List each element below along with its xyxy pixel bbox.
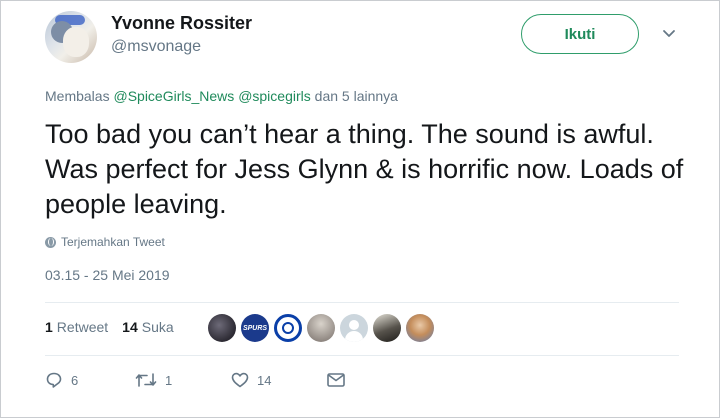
tweet-actions: 6 1 14 [45, 371, 345, 389]
retweet-button[interactable]: 1 [135, 372, 231, 388]
follow-button[interactable]: Ikuti [521, 14, 639, 54]
retweet-count: 1 [165, 372, 173, 388]
retweet-icon [135, 373, 157, 387]
chelsea-logo-icon[interactable] [274, 314, 302, 342]
likes-stat[interactable]: 14 Suka [122, 319, 174, 335]
divider [45, 355, 679, 356]
chevron-down-icon[interactable] [661, 25, 677, 41]
translate-label: Terjemahkan Tweet [61, 235, 165, 249]
translate-link[interactable]: Terjemahkan Tweet [45, 235, 165, 249]
user-name[interactable]: Yvonne Rossiter [111, 13, 252, 34]
reply-prefix: Membalas [45, 88, 110, 104]
default-avatar-icon[interactable] [340, 314, 368, 342]
divider [45, 302, 679, 303]
avatar-photo-icon[interactable] [307, 314, 335, 342]
avatar[interactable] [45, 11, 97, 63]
envelope-icon [327, 373, 345, 387]
reply-suffix[interactable]: dan 5 lainnya [315, 88, 398, 104]
engagement-stats: 1 Retweet 14 Suka [45, 319, 188, 335]
tweet-card: Yvonne Rossiter @msvonage Ikuti Membalas… [0, 0, 720, 418]
likes-count: 14 [122, 319, 138, 335]
direct-message-button[interactable] [327, 373, 345, 387]
like-button[interactable]: 14 [231, 372, 327, 388]
tweet-text: Too bad you can’t hear a thing. The soun… [45, 119, 684, 219]
spurs-logo-icon[interactable]: SPURS [241, 314, 269, 342]
likes-label: Suka [141, 319, 174, 335]
avatar-photo-icon[interactable] [373, 314, 401, 342]
retweets-stat[interactable]: 1 Retweet [45, 319, 108, 335]
user-handle[interactable]: @msvonage [111, 38, 201, 56]
mention-link[interactable]: @spicegirls [238, 88, 311, 104]
mention-link[interactable]: @SpiceGirls_News [113, 88, 234, 104]
retweets-label: Retweet [56, 319, 109, 335]
reply-context: Membalas @SpiceGirls_News @spicegirls da… [45, 88, 398, 104]
reply-count: 6 [71, 372, 79, 388]
avatar-photo-icon[interactable] [208, 314, 236, 342]
reply-button[interactable]: 6 [45, 371, 135, 389]
avatar-detail [63, 27, 89, 57]
reply-icon [46, 372, 62, 388]
liker-avatars: SPURS [208, 314, 434, 342]
heart-icon [231, 372, 249, 388]
retweets-count: 1 [45, 319, 53, 335]
globe-icon [45, 236, 56, 248]
like-count: 14 [257, 372, 272, 388]
timestamp[interactable]: 03.15 - 25 Mei 2019 [45, 267, 170, 283]
avatar-photo-icon[interactable] [406, 314, 434, 342]
